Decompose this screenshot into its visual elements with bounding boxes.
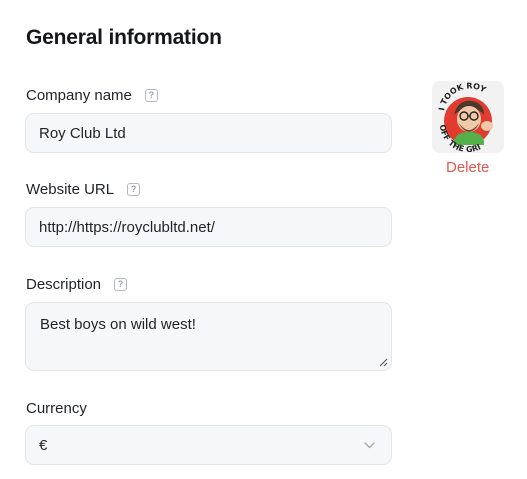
currency-select[interactable]: € (25, 425, 392, 465)
currency-label-row: Currency (26, 400, 87, 417)
description-label-row: Description ? (26, 276, 128, 293)
company-name-label-row: Company name ? (26, 87, 158, 104)
company-logo[interactable]: I TOOK ROY OFF THE GRID (432, 81, 504, 153)
currency-label: Currency (26, 400, 87, 417)
description-label: Description (26, 276, 102, 293)
delete-logo-button[interactable]: Delete (446, 159, 489, 176)
help-icon[interactable]: ? (114, 278, 128, 291)
company-logo-image: I TOOK ROY OFF THE GRID (432, 81, 504, 153)
company-name-value: Roy Club Ltd (39, 124, 126, 142)
currency-value: € (39, 436, 48, 454)
website-url-input[interactable]: http://https://royclubltd.net/ (25, 207, 392, 247)
website-url-label: Website URL (26, 181, 115, 198)
page-title: General information (26, 26, 222, 49)
resize-handle-icon[interactable] (379, 358, 388, 367)
company-name-label: Company name (26, 87, 132, 104)
company-name-input[interactable]: Roy Club Ltd (25, 113, 392, 153)
help-icon[interactable]: ? (144, 89, 158, 102)
description-textarea[interactable]: Best boys on wild west! (25, 302, 392, 371)
help-icon[interactable]: ? (127, 183, 141, 196)
chevron-down-icon (364, 441, 375, 448)
description-value: Best boys on wild west! (40, 316, 196, 333)
website-url-value: http://https://royclubltd.net/ (39, 218, 215, 236)
website-url-label-row: Website URL ? (26, 181, 141, 198)
